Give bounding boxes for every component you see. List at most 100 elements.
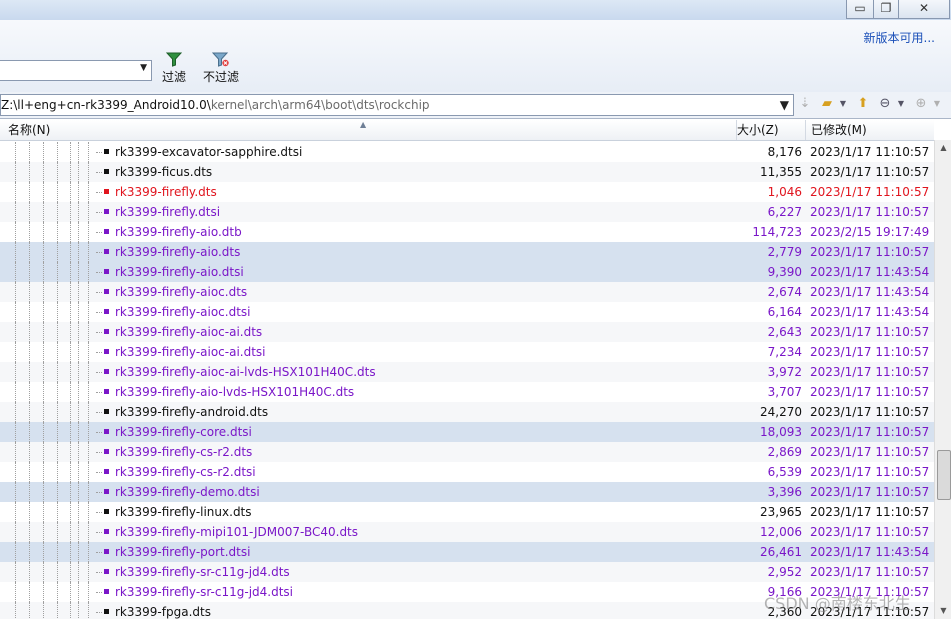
sync-icon[interactable]: ⇣ (796, 95, 814, 113)
file-size: 7,234 (767, 345, 802, 359)
file-row[interactable]: rk3399-excavator-sapphire.dtsi 8,176 2023/… (0, 142, 934, 162)
filter-button[interactable]: 过滤 (160, 52, 188, 85)
file-size: 26,461 (760, 545, 802, 559)
file-name: rk3399-firefly-aioc.dtsi (115, 305, 251, 319)
file-icon (104, 549, 109, 554)
file-size: 2,869 (767, 445, 802, 459)
file-date: 2023/1/17 11:10:57 (810, 385, 930, 399)
filter-combo[interactable]: ▼ (0, 60, 152, 81)
tree-lines (0, 202, 102, 222)
file-row[interactable]: rk3399-firefly.dtsi 6,227 2023/1/17 11:10:… (0, 202, 934, 222)
minimize-button[interactable]: ▭ (846, 0, 874, 19)
file-icon (104, 569, 109, 574)
scrollbar-thumb[interactable] (937, 450, 951, 500)
file-name: rk3399-ficus.dts (115, 165, 213, 179)
file-row[interactable]: rk3399-firefly-aio-lvds-HSX101H40C.dts 3,… (0, 382, 934, 402)
path-input[interactable]: Z:\ll+eng+cn-rk3399_Android10.0\kernel\a… (0, 94, 794, 116)
file-size: 1,046 (767, 185, 802, 199)
file-row[interactable]: rk3399-firefly-aioc-ai.dts 2,643 2023/1/17… (0, 322, 934, 342)
file-name: rk3399-firefly-demo.dtsi (115, 485, 260, 499)
no-filter-button[interactable]: 不过滤 (201, 52, 241, 85)
back-dropdown-icon[interactable]: ▼ (892, 95, 910, 113)
file-name: rk3399-firefly-aio-lvds-HSX101H40C.dts (115, 385, 355, 399)
parent-folder-icon[interactable]: ⬆ (854, 95, 872, 113)
tree-lines (0, 562, 102, 582)
file-row[interactable]: rk3399-firefly-aioc.dts 2,674 2023/1/17 11… (0, 282, 934, 302)
file-size: 12,006 (760, 525, 802, 539)
path-dropdown-icon[interactable]: ▼ (780, 95, 789, 115)
file-row[interactable]: rk3399-firefly-aio.dtb 114,723 2023/2/15 1… (0, 222, 934, 242)
file-icon (104, 349, 109, 354)
title-bar: ▭ ❐ ✕ (0, 0, 951, 20)
file-icon (104, 369, 109, 374)
file-row[interactable]: rk3399-firefly-cs-r2.dts 2,869 2023/1/17 1… (0, 442, 934, 462)
file-name: rk3399-firefly-aioc-ai.dtsi (115, 345, 266, 359)
file-date: 2023/1/17 11:10:57 (810, 405, 930, 419)
tree-lines (0, 182, 102, 202)
file-date: 2023/1/17 11:10:57 (810, 345, 930, 359)
file-row[interactable]: rk3399-firefly-sr-c11g-jd4.dts 2,952 2023/… (0, 562, 934, 582)
file-icon (104, 589, 109, 594)
close-button[interactable]: ✕ (898, 0, 950, 19)
file-size: 6,539 (767, 465, 802, 479)
file-size: 114,723 (752, 225, 802, 239)
scroll-down-icon[interactable]: ▼ (935, 603, 951, 619)
file-name: rk3399-firefly-android.dts (115, 405, 269, 419)
file-icon (104, 189, 109, 194)
file-row[interactable]: rk3399-firefly-core.dtsi 18,093 2023/1/17 … (0, 422, 934, 442)
file-row[interactable]: rk3399-firefly-aio.dtsi 9,390 2023/1/17 11… (0, 262, 934, 282)
file-icon (104, 509, 109, 514)
file-row[interactable]: rk3399-firefly-port.dtsi 26,461 2023/1/17 … (0, 542, 934, 562)
tree-lines (0, 602, 102, 619)
filter-label: 过滤 (161, 70, 186, 84)
file-icon (104, 229, 109, 234)
file-icon (104, 149, 109, 154)
vertical-scrollbar[interactable]: ▲ ▼ (934, 140, 951, 619)
forward-dropdown-icon[interactable]: ▼ (928, 95, 946, 113)
tree-lines (0, 282, 102, 302)
file-icon (104, 329, 109, 334)
file-row[interactable]: rk3399-ficus.dts 11,355 2023/1/17 11:10:57 (0, 162, 934, 182)
file-name: rk3399-firefly-cs-r2.dts (115, 445, 253, 459)
tree-lines (0, 242, 102, 262)
file-date: 2023/1/17 11:10:57 (810, 465, 930, 479)
file-row[interactable]: rk3399-firefly.dts 1,046 2023/1/17 11:10:5… (0, 182, 934, 202)
file-icon (104, 529, 109, 534)
file-size: 3,707 (767, 385, 802, 399)
file-date: 2023/1/17 11:10:57 (810, 485, 930, 499)
scroll-up-icon[interactable]: ▲ (935, 140, 951, 156)
file-date: 2023/1/17 11:10:57 (810, 145, 930, 159)
file-row[interactable]: rk3399-firefly-linux.dts 23,965 2023/1/17 … (0, 502, 934, 522)
file-size: 18,093 (760, 425, 802, 439)
column-modified[interactable]: 已修改(M) (811, 120, 934, 140)
file-row[interactable]: rk3399-firefly-demo.dtsi 3,396 2023/1/17 1… (0, 482, 934, 502)
file-row[interactable]: rk3399-firefly-aioc-ai.dtsi 7,234 2023/1/1… (0, 342, 934, 362)
file-row[interactable]: rk3399-firefly-mipi101-JDM007-BC40.dts 12… (0, 522, 934, 542)
file-name: rk3399-firefly-aioc-ai-lvds-HSX101H40C.d… (115, 365, 376, 379)
file-size: 9,390 (767, 265, 802, 279)
file-row[interactable]: rk3399-firefly-cs-r2.dtsi 6,539 2023/1/17 … (0, 462, 934, 482)
file-date: 2023/1/17 11:43:54 (810, 265, 930, 279)
tree-lines (0, 262, 102, 282)
file-name: rk3399-firefly-aioc-ai.dts (115, 325, 263, 339)
file-size: 2,643 (767, 325, 802, 339)
tree-lines (0, 222, 102, 242)
no-filter-label: 不过滤 (202, 70, 239, 84)
file-row[interactable]: rk3399-firefly-aio.dts 2,779 2023/1/17 11:… (0, 242, 934, 262)
restore-button[interactable]: ❐ (873, 0, 899, 19)
tree-lines (0, 142, 102, 162)
file-date: 2023/1/17 11:10:57 (810, 245, 930, 259)
file-icon (104, 209, 109, 214)
path-rest: kernel\arch\arm64\boot\dts\rockchip (210, 98, 430, 112)
file-row[interactable]: rk3399-firefly-android.dts 24,270 2023/1/1… (0, 402, 934, 422)
tree-lines (0, 342, 102, 362)
file-row[interactable]: rk3399-firefly-aioc-ai-lvds-HSX101H40C.d… (0, 362, 934, 382)
file-row[interactable]: rk3399-firefly-aioc.dtsi 6,164 2023/1/17 1… (0, 302, 934, 322)
open-folder-dropdown-icon[interactable]: ▼ (834, 95, 852, 113)
file-size: 3,972 (767, 365, 802, 379)
new-version-link[interactable]: 新版本可用... (864, 29, 935, 46)
file-icon (104, 249, 109, 254)
column-size[interactable]: 大小(Z) (737, 120, 806, 140)
column-name[interactable]: 名称(N) ▲ (0, 120, 737, 140)
file-name: rk3399-firefly-mipi101-JDM007-BC40.dts (115, 525, 359, 539)
